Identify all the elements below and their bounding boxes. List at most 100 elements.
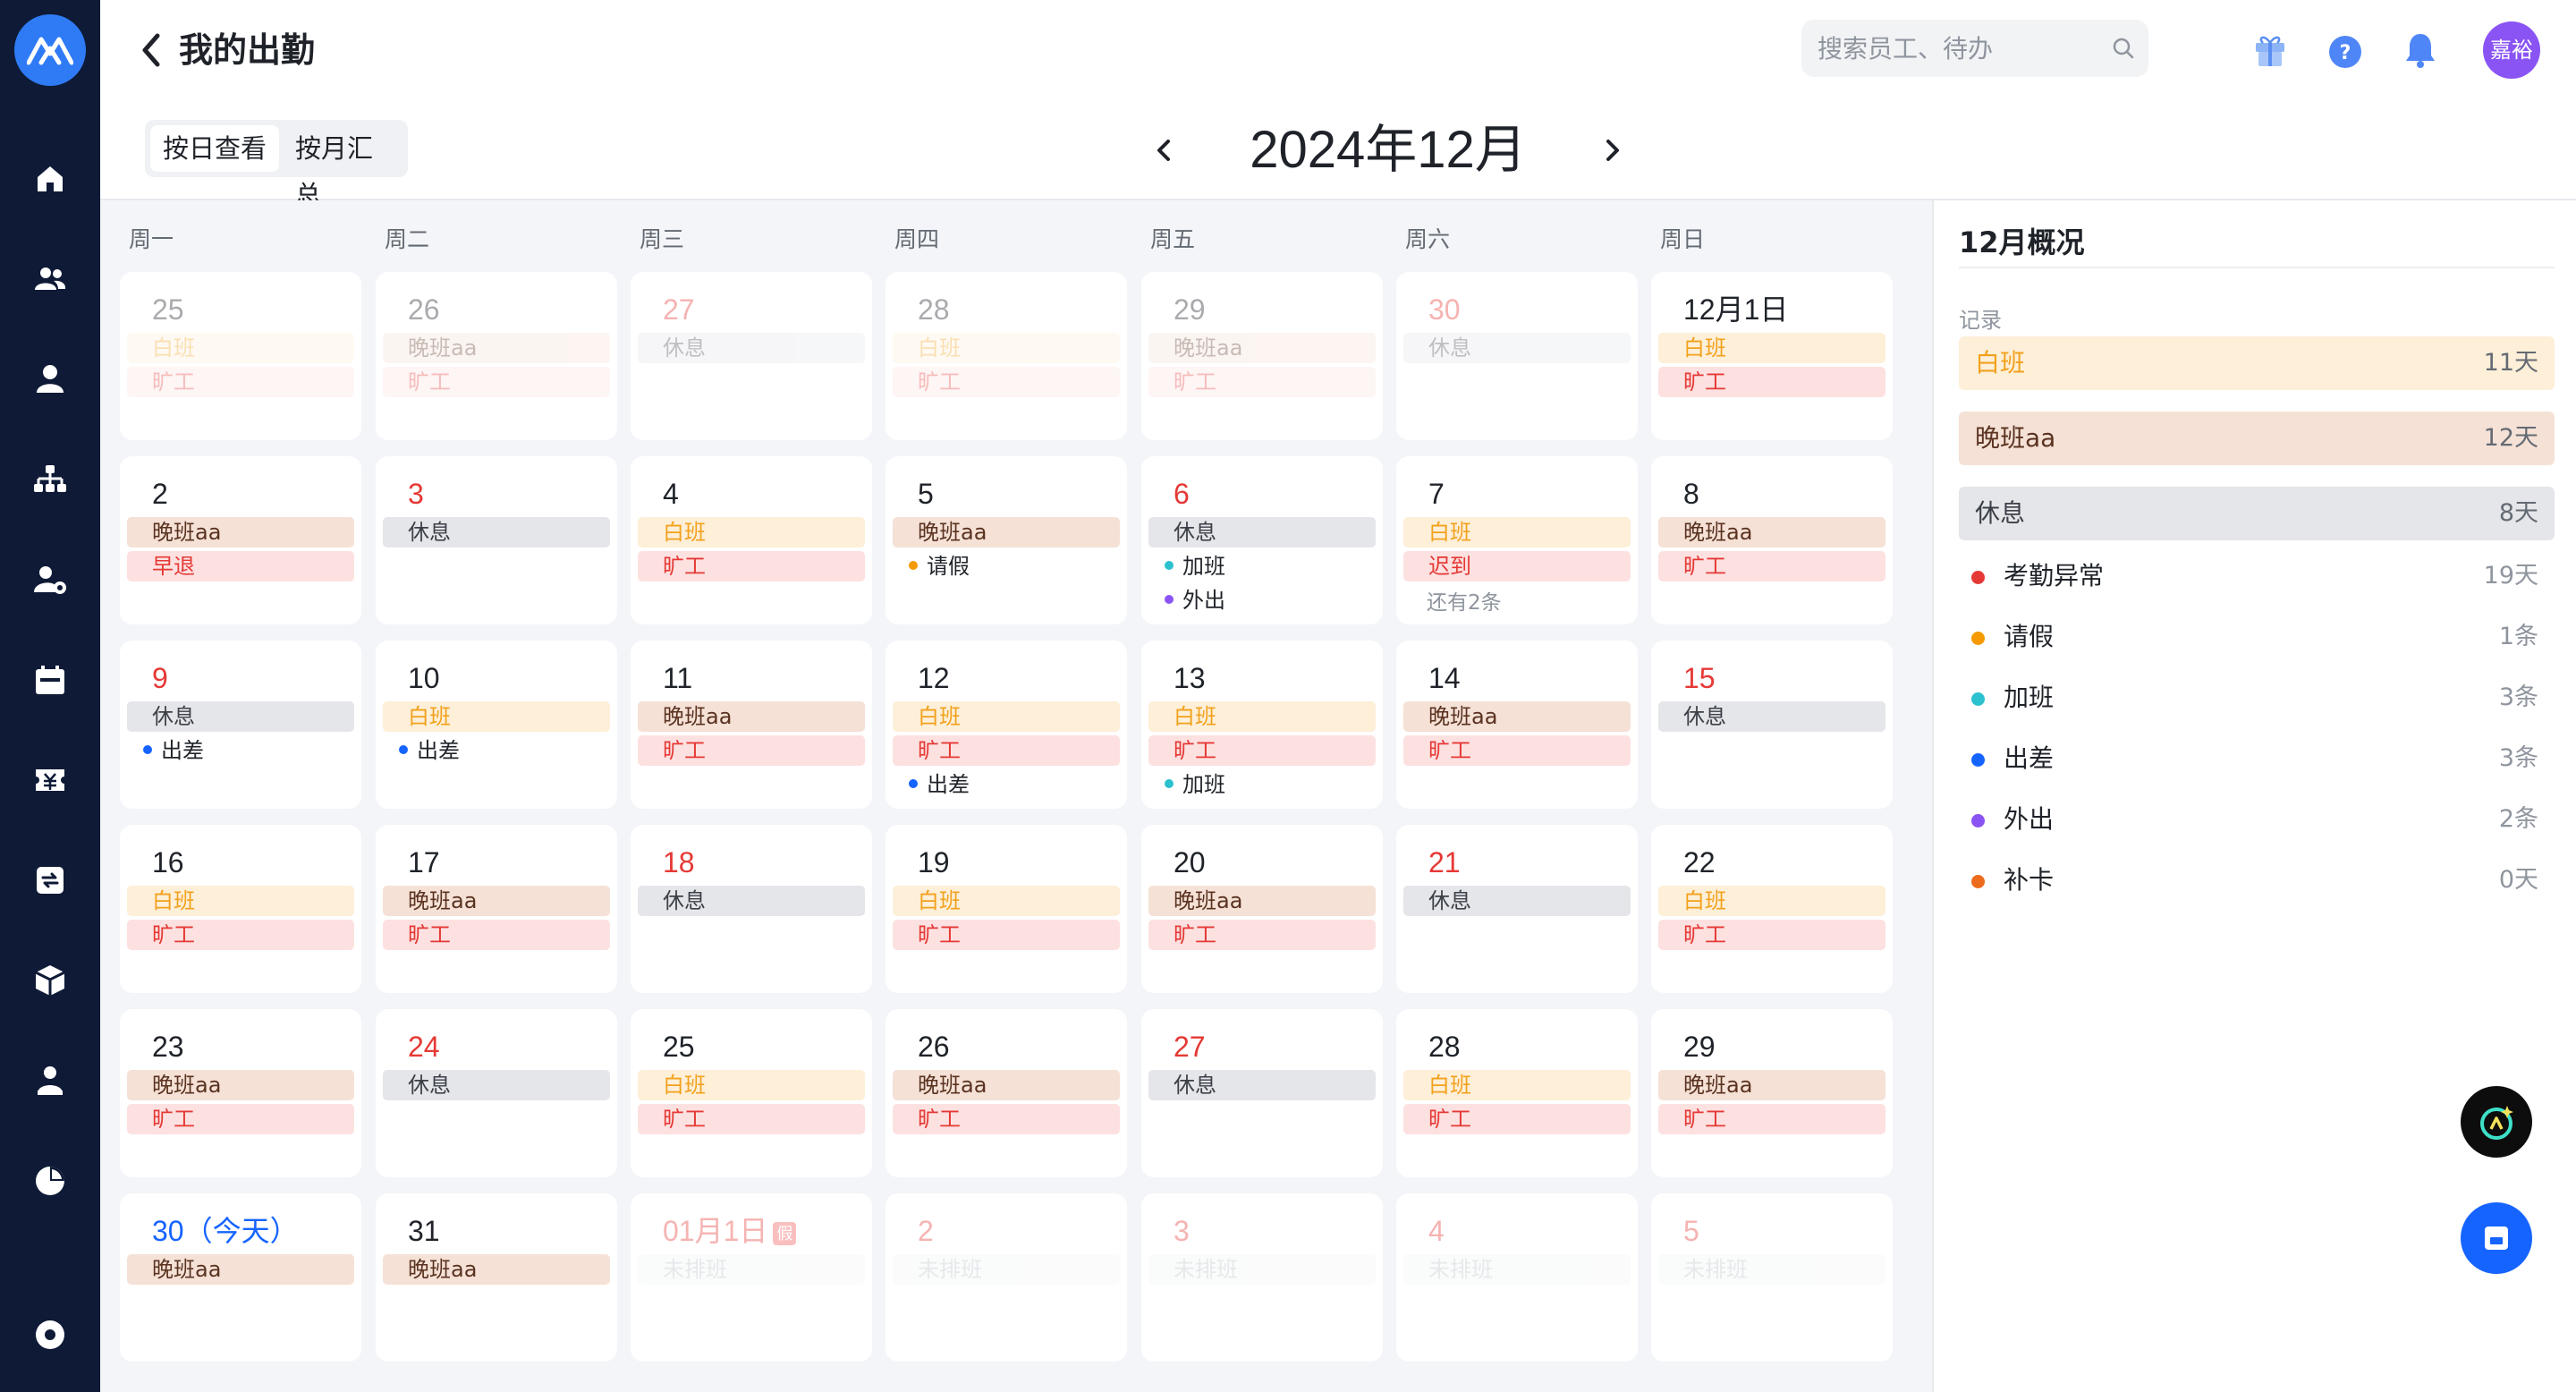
calendar-day-cell[interactable]: 31 晚班aa	[376, 1193, 617, 1362]
summary-stat-row[interactable]: 出差 3条	[1959, 741, 2555, 777]
calendar-day-cell[interactable]: 13 白班 旷工 加班	[1141, 641, 1383, 809]
calendar-day-cell[interactable]: 30（今天） 晚班aa	[120, 1193, 361, 1362]
calendar-day-cell[interactable]: 25 白班 旷工	[631, 1009, 872, 1177]
org-chart-icon[interactable]	[32, 462, 68, 497]
record-label: 外出	[1182, 588, 1225, 613]
settings-icon[interactable]	[32, 1317, 68, 1353]
day-number-text: 8	[1683, 478, 1699, 510]
package-icon[interactable]	[32, 963, 68, 998]
search-box[interactable]	[1801, 20, 2148, 77]
calendar-day-cell[interactable]: 2 未排班	[886, 1193, 1127, 1362]
record-label: 出差	[927, 772, 970, 797]
calendar-day-cell[interactable]: 28 白班 旷工	[1396, 1009, 1638, 1177]
calendar-day-cell[interactable]: 4 白班 旷工	[631, 456, 872, 624]
save-button[interactable]	[2461, 1202, 2532, 1274]
approval-icon[interactable]	[32, 862, 68, 898]
app-root: 我的出勤 ? 嘉裕 按日查看 按月汇总 2024年12月	[0, 0, 2576, 1392]
calendar-day-cell[interactable]: 11 晚班aa 旷工	[631, 641, 872, 809]
calendar-day-cell[interactable]: 25 白班 旷工	[120, 272, 361, 440]
calendar-day-cell[interactable]: 30 休息	[1396, 272, 1638, 440]
app-logo[interactable]	[14, 14, 86, 86]
calendar-day-cell[interactable]: 3 休息	[376, 456, 617, 624]
next-month-button[interactable]	[1594, 127, 1630, 174]
calendar-day-cell[interactable]: 27 休息	[1141, 1009, 1383, 1177]
help-icon[interactable]: ?	[2326, 30, 2365, 70]
user-icon[interactable]	[32, 361, 68, 397]
salary-icon[interactable]	[32, 762, 68, 798]
summary-shift-row[interactable]: 白班 11天	[1959, 336, 2555, 390]
home-icon[interactable]	[32, 161, 68, 197]
calendar-day-cell[interactable]: 24 休息	[376, 1009, 617, 1177]
user-settings-icon[interactable]	[32, 562, 68, 598]
summary-stat-row[interactable]: 请假 1条	[1959, 619, 2555, 655]
calendar-day-cell[interactable]: 29 晚班aa 旷工	[1141, 272, 1383, 440]
calendar-icon[interactable]	[32, 662, 68, 698]
calendar-day-cell[interactable]: 19 白班 旷工	[886, 825, 1127, 993]
stat-label: 请假	[2004, 622, 2055, 651]
summary-stat-row[interactable]: 外出 2条	[1959, 802, 2555, 837]
calendar-day-cell[interactable]: 17 晚班aa 旷工	[376, 825, 617, 993]
search-input[interactable]	[1801, 20, 2088, 77]
day-number: 16	[152, 843, 184, 882]
report-icon[interactable]	[32, 1163, 68, 1199]
bell-icon[interactable]	[2401, 30, 2440, 70]
calendar-day-cell[interactable]: 7 白班 迟到 还有2条	[1396, 456, 1638, 624]
day-number: 7	[1428, 474, 1445, 514]
day-number-text: 5	[1683, 1215, 1699, 1247]
summary-shift-row[interactable]: 晚班aa 12天	[1959, 412, 2555, 465]
summary-shift-row[interactable]: 休息 8天	[1959, 487, 2555, 540]
calendar-day-cell[interactable]: 12 白班 旷工 出差	[886, 641, 1127, 809]
anomaly-tag: 旷工	[1148, 367, 1376, 397]
day-number: 4	[1428, 1211, 1445, 1251]
gift-icon[interactable]	[2250, 30, 2290, 70]
day-number: 6	[1174, 474, 1190, 514]
calendar-day-cell[interactable]: 18 休息	[631, 825, 872, 993]
avatar[interactable]: 嘉裕	[2483, 21, 2540, 79]
calendar-day-cell[interactable]: 23 晚班aa 旷工	[120, 1009, 361, 1177]
ai-assistant-button[interactable]	[2461, 1086, 2532, 1158]
calendar-day-cell[interactable]: 27 休息	[631, 272, 872, 440]
shift-tag: 休息	[638, 333, 865, 363]
calendar-day-cell[interactable]: 22 白班 旷工	[1651, 825, 1893, 993]
calendar-day-cell[interactable]: 20 晚班aa 旷工	[1141, 825, 1383, 993]
stat-count: 3条	[2498, 683, 2538, 711]
shift-tag: 晚班aa	[893, 517, 1120, 547]
calendar-day-cell[interactable]: 26 晚班aa 旷工	[376, 272, 617, 440]
calendar-day-cell[interactable]: 01月1日假未排班	[631, 1193, 872, 1362]
shift-tag: 白班	[893, 886, 1120, 916]
team-icon[interactable]	[32, 261, 68, 297]
calendar-day-cell[interactable]: 10 白班 出差	[376, 641, 617, 809]
calendar-day-cell[interactable]: 5 未排班	[1651, 1193, 1893, 1362]
profile-icon[interactable]	[32, 1063, 68, 1099]
calendar-day-cell[interactable]: 9 休息 出差	[120, 641, 361, 809]
summary-stat-row[interactable]: 补卡 0天	[1959, 862, 2555, 898]
back-button[interactable]	[136, 29, 165, 72]
calendar-day-cell[interactable]: 12月1日 白班 旷工	[1651, 272, 1893, 440]
calendar-day-cell[interactable]: 15 休息	[1651, 641, 1893, 809]
day-number: 31	[408, 1211, 440, 1251]
calendar-day-cell[interactable]: 14 晚班aa 旷工	[1396, 641, 1638, 809]
calendar-day-cell[interactable]: 28 白班 旷工	[886, 272, 1127, 440]
view-toggle: 按日查看 按月汇总	[145, 120, 408, 210]
summary-stat-row[interactable]: 考勤异常 19天	[1959, 558, 2555, 594]
calendar-day-cell[interactable]: 2 晚班aa 早退	[120, 456, 361, 624]
weekday-header: 周六	[1405, 226, 1451, 252]
anomaly-tag: 旷工	[383, 920, 610, 950]
calendar-day-cell[interactable]: 26 晚班aa 旷工	[886, 1009, 1127, 1177]
summary-stat-row[interactable]: 加班 3条	[1959, 680, 2555, 716]
tab-daily-view[interactable]: 按日查看	[150, 125, 280, 172]
tab-monthly-summary[interactable]: 按月汇总	[283, 125, 408, 210]
calendar-day-cell[interactable]: 29 晚班aa 旷工	[1651, 1009, 1893, 1177]
shift-tag: 白班	[1403, 1070, 1631, 1100]
prev-month-button[interactable]	[1147, 127, 1182, 174]
calendar-day-cell[interactable]: 5 晚班aa 请假	[886, 456, 1127, 624]
calendar-day-cell[interactable]: 4 未排班	[1396, 1193, 1638, 1362]
calendar-day-cell[interactable]: 8 晚班aa 旷工	[1651, 456, 1893, 624]
calendar-day-cell[interactable]: 16 白班 旷工	[120, 825, 361, 993]
calendar-day-cell[interactable]: 21 休息	[1396, 825, 1638, 993]
day-number-text: 16	[152, 846, 184, 878]
shift-tag: 白班	[893, 333, 1120, 363]
calendar-day-cell[interactable]: 3 未排班	[1141, 1193, 1383, 1362]
calendar-day-cell[interactable]: 6 休息 加班 外出	[1141, 456, 1383, 624]
search-icon[interactable]	[2111, 36, 2136, 61]
